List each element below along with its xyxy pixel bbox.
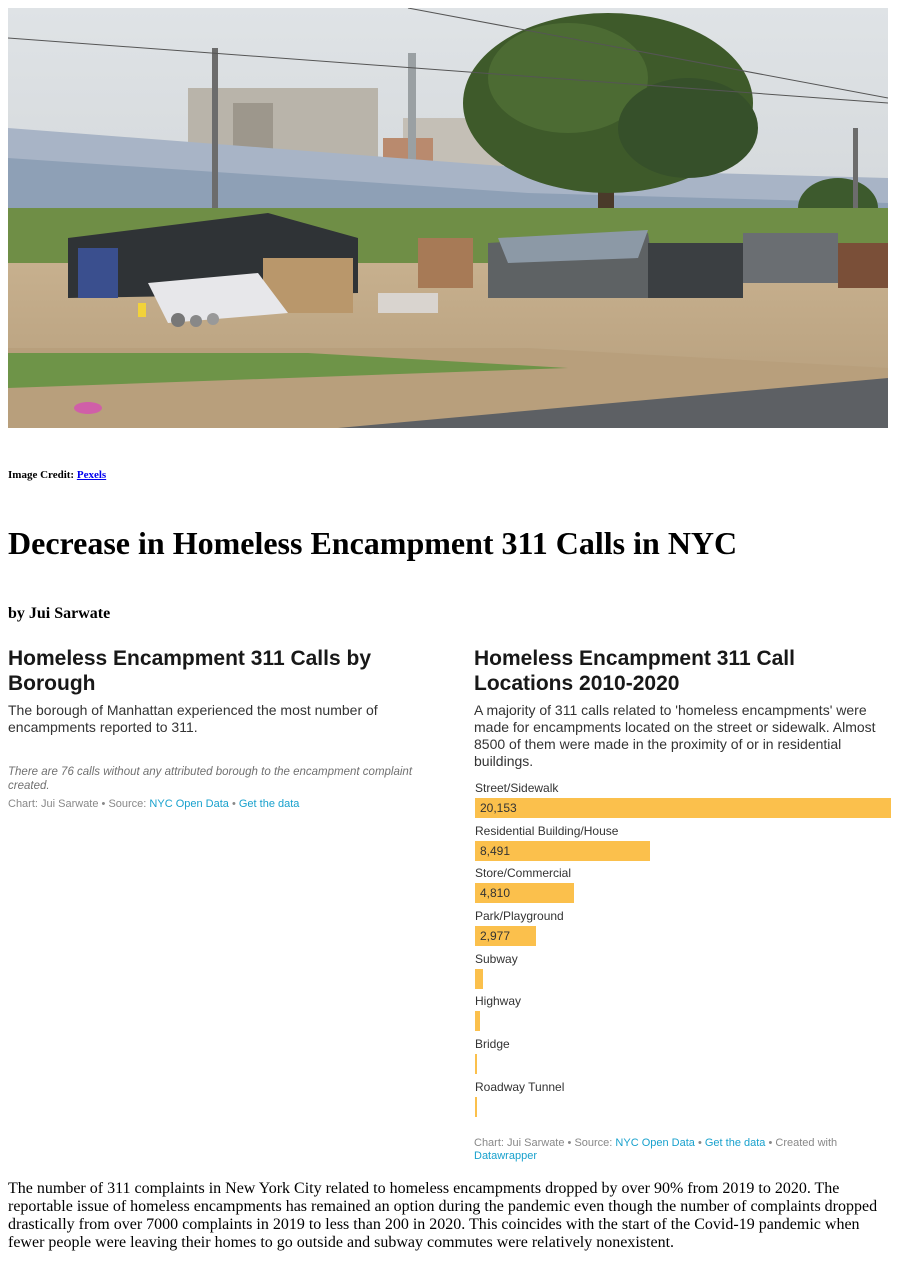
image-credit-label: Image Credit: bbox=[8, 469, 77, 481]
bar-value-label: 8,491 bbox=[480, 843, 511, 858]
bar-category-label: Park/Playground bbox=[475, 909, 564, 924]
locations-chart: Homeless Encampment 311 Call Locations 2… bbox=[474, 646, 892, 1163]
source-link[interactable]: NYC Open Data bbox=[615, 1137, 694, 1149]
bar-value-label: 20,153 bbox=[480, 801, 517, 815]
borough-chart-footer: Chart: Jui Sarwate • Source: NYC Open Da… bbox=[8, 798, 448, 811]
bar-row: Park/Playground 2,977 bbox=[474, 909, 892, 952]
borough-chart-note: There are 76 calls without any attribute… bbox=[8, 766, 413, 792]
footer-separator: • bbox=[694, 1136, 705, 1149]
get-data-link[interactable]: Get the data bbox=[239, 798, 300, 810]
bar-row: Residential Building/House 8,491 bbox=[474, 824, 892, 867]
bar-category-label: Residential Building/House bbox=[475, 823, 619, 838]
borough-chart-description: The borough of Manhattan experienced the… bbox=[8, 702, 378, 735]
hero-image bbox=[8, 8, 888, 428]
footer-separator: • bbox=[228, 798, 239, 810]
bar bbox=[475, 968, 484, 989]
article-body: The number of 311 complaints in New York… bbox=[8, 1180, 878, 1251]
footer-credit: Chart: Jui Sarwate • Source: bbox=[474, 1136, 616, 1149]
bar-row: Roadway Tunnel bbox=[474, 1080, 892, 1123]
locations-chart-title: Homeless Encampment 311 Call Locations 2… bbox=[474, 647, 795, 695]
bar-row: Street/Sidewalk 20,153 bbox=[474, 781, 892, 824]
bar bbox=[475, 798, 891, 818]
bar-category-label: Store/Commercial bbox=[475, 866, 572, 881]
pexels-link[interactable]: Pexels bbox=[77, 469, 106, 481]
borough-chart-title: Homeless Encampment 311 Calls by Borough bbox=[8, 647, 371, 695]
footer-credit: Chart: Jui Sarwate • Source: bbox=[8, 798, 150, 810]
bar-category-label: Highway bbox=[475, 994, 522, 1009]
bar-row: Bridge bbox=[474, 1037, 892, 1080]
bar-chart: Street/Sidewalk 20,153 Residential Buildin… bbox=[474, 781, 892, 1123]
bar bbox=[475, 1096, 477, 1117]
get-data-link[interactable]: Get the data bbox=[705, 1137, 766, 1149]
locations-chart-footer: Chart: Jui Sarwate • Source: NYC Open Da… bbox=[474, 1137, 892, 1163]
locations-chart-description: A majority of 311 calls related to 'home… bbox=[474, 702, 876, 769]
page-title: Decrease in Homeless Encampment 311 Call… bbox=[8, 525, 738, 561]
bar-value-label: 4,810 bbox=[480, 886, 511, 901]
bar-row: Store/Commercial 4,810 bbox=[474, 866, 892, 909]
bar bbox=[475, 1054, 477, 1075]
borough-chart: Homeless Encampment 311 Calls by Borough… bbox=[8, 646, 448, 811]
bar-value-label: 2,977 bbox=[480, 929, 511, 944]
bar-category-label: Roadway Tunnel bbox=[475, 1079, 565, 1094]
bar-row: Subway bbox=[474, 952, 892, 995]
bar-category-label: Bridge bbox=[475, 1037, 510, 1052]
datawrapper-link[interactable]: Datawrapper bbox=[474, 1150, 537, 1162]
bar-category-label: Subway bbox=[475, 951, 518, 966]
source-link[interactable]: NYC Open Data bbox=[149, 798, 228, 810]
bar-row: Highway bbox=[474, 994, 892, 1037]
bar bbox=[475, 1011, 480, 1032]
footer-created-with: • Created with bbox=[765, 1136, 838, 1149]
encampment-photo bbox=[8, 8, 888, 428]
bar-category-label: Street/Sidewalk bbox=[475, 781, 559, 795]
image-credit: Image Credit: Pexels bbox=[8, 469, 106, 481]
byline: by Jui Sarwate bbox=[8, 605, 111, 622]
